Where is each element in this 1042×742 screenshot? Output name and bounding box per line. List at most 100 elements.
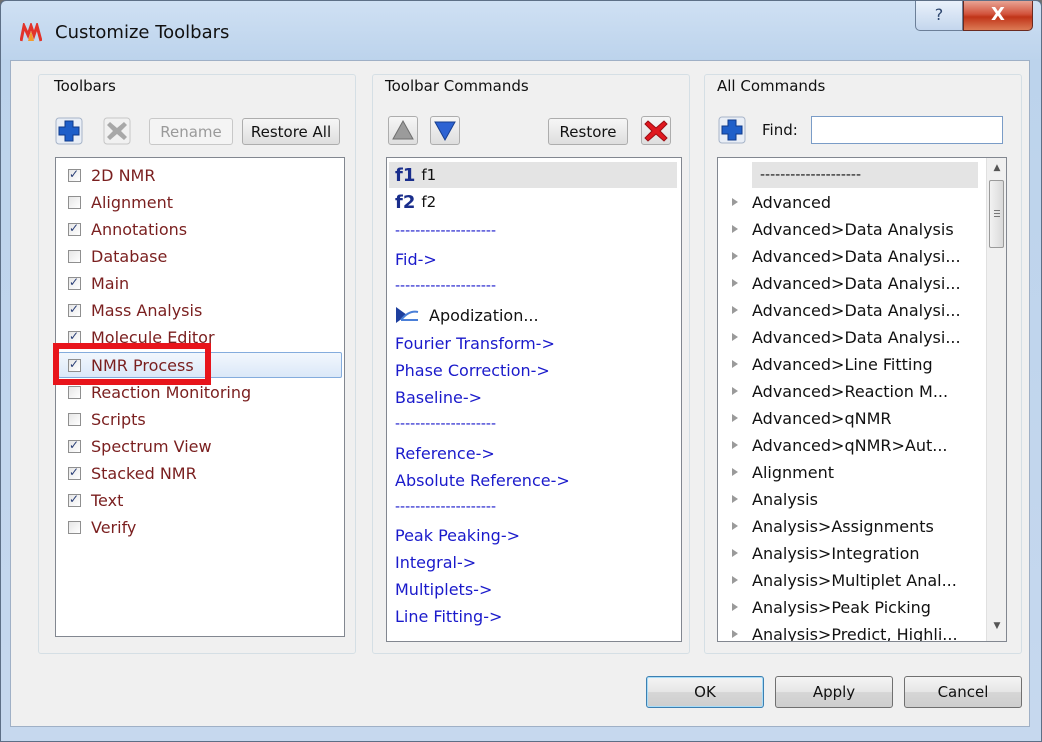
toolbar-item[interactable]: Database: [68, 243, 167, 269]
command-item[interactable]: Reference->: [395, 440, 495, 466]
command-item[interactable]: Advanced>Data Analysis: [732, 216, 954, 242]
command-item[interactable]: Analysis>Predict, Highli...: [732, 621, 958, 641]
toolbar-item[interactable]: Text: [68, 487, 123, 513]
command-item[interactable]: Advanced>Data Analysi...: [732, 270, 961, 296]
expand-arrow-icon[interactable]: [732, 225, 738, 233]
expand-arrow-icon[interactable]: [732, 522, 738, 530]
command-item[interactable]: Absolute Reference->: [395, 467, 570, 493]
command-item[interactable]: Line Fitting->: [395, 603, 502, 629]
expand-arrow-icon[interactable]: [732, 549, 738, 557]
command-item[interactable]: Alignment: [732, 459, 834, 485]
checkbox[interactable]: [68, 329, 81, 344]
toolbar-item[interactable]: Alignment: [68, 189, 173, 215]
checkbox[interactable]: [68, 221, 81, 236]
toolbar-item[interactable]: Spectrum View: [68, 433, 212, 459]
scroll-up-arrow-icon[interactable]: ▲: [987, 158, 1006, 178]
move-up-icon: [392, 119, 414, 140]
toolbar-item[interactable]: Mass Analysis: [68, 297, 202, 323]
command-item[interactable]: Baseline->: [395, 384, 482, 410]
toolbars-list[interactable]: 2D NMR Alignment Annotations Database Ma…: [55, 157, 345, 637]
help-button[interactable]: ?: [915, 1, 963, 31]
command-item[interactable]: Advanced>qNMR: [732, 405, 891, 431]
command-item[interactable]: Integral->: [395, 549, 476, 575]
checkbox[interactable]: [68, 520, 81, 534]
add-command-button[interactable]: [718, 116, 748, 145]
toolbar-commands-list[interactable]: f1 f1 f2 f2 -------------------- Fid-> -…: [386, 157, 682, 642]
command-item[interactable]: Phase Correction->: [395, 357, 550, 383]
rename-button[interactable]: Rename: [149, 118, 233, 145]
scrollbar-thumb[interactable]: [989, 180, 1004, 248]
all-commands-list[interactable]: -------------------- Advanced Advanced>D…: [717, 157, 1007, 642]
command-item[interactable]: Advanced>Data Analysi...: [732, 243, 961, 269]
expand-arrow-icon[interactable]: [732, 360, 738, 368]
toolbar-item[interactable]: Verify: [68, 514, 136, 540]
checkbox[interactable]: [68, 492, 81, 507]
toolbar-item[interactable]: Annotations: [68, 216, 187, 242]
command-item[interactable]: Analysis: [732, 486, 818, 512]
checkbox[interactable]: [68, 249, 81, 263]
command-item[interactable]: Advanced>Data Analysi...: [732, 324, 961, 350]
restore-button[interactable]: Restore: [548, 118, 628, 145]
apply-button[interactable]: Apply: [775, 676, 893, 708]
delete-toolbar-button[interactable]: [103, 117, 131, 145]
expand-arrow-icon[interactable]: [732, 252, 738, 260]
toolbar-item[interactable]: Stacked NMR: [68, 460, 197, 486]
checkbox[interactable]: [68, 385, 81, 399]
command-item[interactable]: Multiplets->: [395, 576, 492, 602]
move-down-button[interactable]: [430, 116, 460, 145]
checkbox[interactable]: [68, 465, 81, 480]
command-item[interactable]: Advanced: [732, 189, 831, 215]
remove-command-button[interactable]: [641, 116, 671, 145]
command-item[interactable]: Advanced>Line Fitting: [732, 351, 933, 377]
command-item[interactable]: Fid->: [395, 246, 437, 272]
expand-arrow-icon[interactable]: [732, 603, 738, 611]
separator-item[interactable]: --------------------: [760, 162, 861, 188]
add-toolbar-button[interactable]: [55, 117, 83, 145]
vertical-scrollbar[interactable]: ▲ ▼: [986, 158, 1006, 641]
expand-arrow-icon[interactable]: [732, 441, 738, 449]
separator-item[interactable]: --------------------: [395, 411, 496, 437]
expand-arrow-icon[interactable]: [732, 414, 738, 422]
expand-arrow-icon[interactable]: [732, 279, 738, 287]
toolbar-item[interactable]: 2D NMR: [68, 162, 155, 188]
command-item[interactable]: Analysis>Multiplet Anal...: [732, 567, 957, 593]
command-item[interactable]: Analysis>Assignments: [732, 513, 934, 539]
separator-item[interactable]: --------------------: [395, 494, 496, 520]
expand-arrow-icon[interactable]: [732, 495, 738, 503]
toolbar-item[interactable]: Main: [68, 270, 129, 296]
command-item[interactable]: f2 f2: [395, 189, 436, 215]
command-item[interactable]: Apodization...: [395, 302, 539, 328]
expand-arrow-icon[interactable]: [732, 198, 738, 206]
checkbox[interactable]: [68, 275, 81, 290]
restore-all-button[interactable]: Restore All: [242, 118, 340, 145]
cancel-button[interactable]: Cancel: [904, 676, 1022, 708]
expand-arrow-icon[interactable]: [732, 576, 738, 584]
expand-arrow-icon[interactable]: [732, 387, 738, 395]
command-item[interactable]: Analysis>Peak Picking: [732, 594, 931, 620]
ok-button[interactable]: OK: [646, 676, 764, 708]
find-input[interactable]: [811, 116, 1003, 144]
command-item[interactable]: Fourier Transform->: [395, 330, 555, 356]
command-label: Analysis>Peak Picking: [752, 597, 931, 617]
command-item[interactable]: Advanced>Data Analysi...: [732, 297, 961, 323]
command-item[interactable]: Peak Peaking->: [395, 522, 520, 548]
command-item[interactable]: Advanced>qNMR>Aut...: [732, 432, 948, 458]
expand-arrow-icon[interactable]: [732, 468, 738, 476]
close-button[interactable]: X: [963, 1, 1033, 31]
expand-arrow-icon[interactable]: [732, 630, 738, 638]
scroll-down-arrow-icon[interactable]: ▼: [987, 616, 1006, 636]
checkbox[interactable]: [68, 195, 81, 209]
checkbox[interactable]: [68, 302, 81, 317]
separator-item[interactable]: --------------------: [395, 218, 496, 244]
checkbox[interactable]: [68, 412, 81, 426]
checkbox[interactable]: [68, 167, 81, 182]
toolbar-item[interactable]: Scripts: [68, 406, 146, 432]
checkbox[interactable]: [68, 438, 81, 453]
expand-arrow-icon[interactable]: [732, 333, 738, 341]
command-item[interactable]: f1 f1: [395, 162, 436, 188]
expand-arrow-icon[interactable]: [732, 306, 738, 314]
move-up-button[interactable]: [388, 116, 418, 145]
command-item[interactable]: Advanced>Reaction M...: [732, 378, 948, 404]
command-item[interactable]: Analysis>Integration: [732, 540, 920, 566]
separator-item[interactable]: --------------------: [395, 273, 496, 299]
